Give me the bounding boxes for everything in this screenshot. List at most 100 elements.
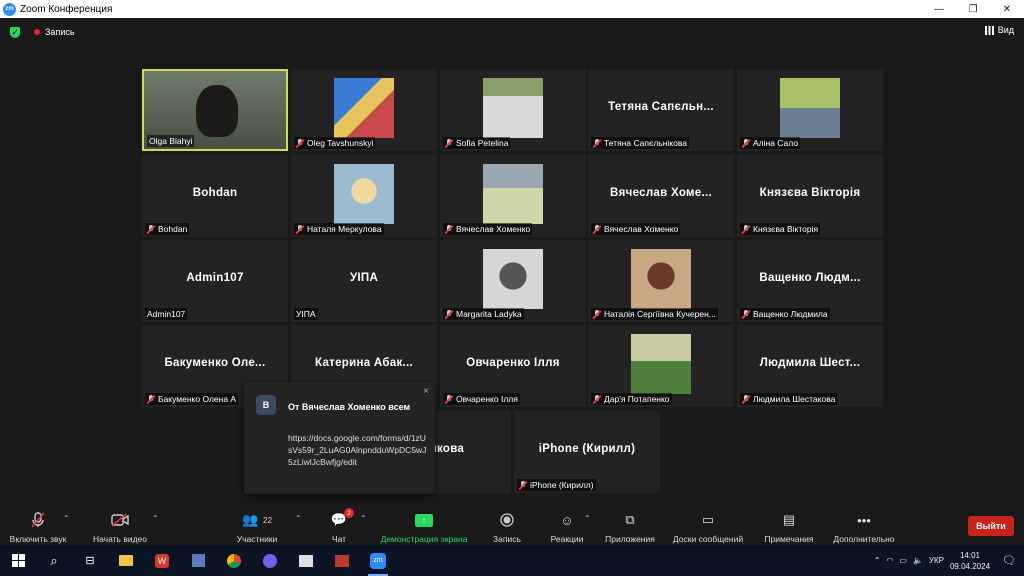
participant-name-label: УІПА: [294, 308, 318, 320]
video-off-icon: [111, 510, 129, 530]
participant-name: Бакуменко Олена А: [158, 394, 237, 404]
security-shield-icon[interactable]: ✓: [10, 26, 20, 38]
task-view-icon[interactable]: ⊟: [72, 545, 108, 576]
record-button[interactable]: Запись: [488, 508, 526, 545]
close-popup-icon[interactable]: ×: [423, 386, 429, 397]
recording-dot-icon: [34, 29, 40, 35]
participant-display-name: Бакуменко Оле...: [164, 357, 266, 369]
participant-tile[interactable]: Sofia Petelina: [440, 69, 586, 151]
search-icon[interactable]: ⌕: [36, 545, 72, 576]
volume-icon[interactable]: 🔈: [913, 556, 923, 565]
minimize-button[interactable]: —: [922, 0, 956, 18]
chat-caret[interactable]: ⌃: [360, 514, 367, 523]
participants-caret[interactable]: ⌃: [295, 514, 302, 523]
participant-tile[interactable]: Bohdan Bohdan: [142, 155, 288, 237]
chat-sender: От Вячеслав Хоменко всем: [288, 402, 411, 412]
participant-name: Наталія Сергіївна Кучерен...: [604, 309, 716, 319]
participant-name-label: iPhone (Кирилл): [517, 479, 596, 491]
participant-tile[interactable]: Oleg Tavshunskyi: [291, 69, 437, 151]
video-editor-icon[interactable]: [288, 545, 324, 576]
participant-name-label: Князєва Вікторія: [740, 223, 821, 235]
participant-photo: [631, 334, 691, 394]
maximize-button[interactable]: ❐: [956, 0, 990, 18]
participant-display-name: Admin107: [186, 272, 244, 284]
chrome-icon[interactable]: [216, 545, 252, 576]
chat-notification-popup[interactable]: В От Вячеслав Хоменко всем https://docs.…: [244, 382, 435, 494]
notes-label: Примечания: [764, 534, 814, 544]
participant-tile[interactable]: Margarita Ladyka: [440, 240, 586, 322]
video-options-caret[interactable]: ⌃: [152, 514, 159, 523]
participant-tile[interactable]: iPhone (Кирилл) iPhone (Кирилл): [514, 411, 660, 493]
participant-tile[interactable]: Olga Blahyi: [142, 69, 288, 151]
participant-display-name: Людмила Шест...: [759, 357, 861, 369]
view-label: Вид: [997, 25, 1014, 35]
participant-name: Князєва Вікторія: [753, 224, 819, 234]
mic-muted-icon: [147, 394, 155, 404]
mic-muted-icon: [296, 224, 304, 234]
notes-button[interactable]: ▤ Примечания: [760, 508, 818, 545]
clock-date: 09.04.2024: [949, 561, 991, 571]
participant-tile[interactable]: Вячеслав Хоменко: [440, 155, 586, 237]
participant-tile[interactable]: Наталя Меркулова: [291, 155, 437, 237]
participant-photo: [334, 78, 394, 138]
participants-button[interactable]: 👥 22 Участники: [228, 508, 286, 545]
viber-icon[interactable]: [252, 545, 288, 576]
clock[interactable]: 14:01 09.04.2024: [950, 550, 990, 572]
participant-tile[interactable]: Дар'я Потапенко: [588, 325, 734, 407]
zoom-taskbar-icon[interactable]: zm: [360, 545, 396, 576]
chat-badge: 2: [344, 508, 355, 518]
participant-photo: [780, 78, 840, 138]
media-icon[interactable]: [324, 545, 360, 576]
participant-tile[interactable]: Аліна Сало: [737, 69, 883, 151]
participant-tile[interactable]: Князєва Вікторія Князєва Вікторія: [737, 155, 883, 237]
participant-name: Наталя Меркулова: [307, 224, 382, 234]
tray-overflow-icon[interactable]: ⌃: [874, 556, 881, 565]
apps-button[interactable]: ⧉ Приложения: [602, 508, 658, 545]
whiteboards-button[interactable]: ▭ Доски сообщений: [668, 508, 748, 545]
audio-options-caret[interactable]: ⌃: [63, 514, 70, 523]
recording-label[interactable]: Запись: [45, 27, 75, 37]
chat-button[interactable]: 💬 2 Чат: [322, 508, 356, 545]
share-screen-icon: ↑: [415, 510, 433, 530]
participant-name-label: Oleg Tavshunskyi: [294, 137, 376, 149]
view-button[interactable]: Вид: [984, 25, 1014, 35]
notes-icon: ▤: [782, 512, 796, 527]
reactions-button[interactable]: ☺ Реакции: [545, 508, 589, 545]
close-button[interactable]: ✕: [990, 0, 1024, 18]
participant-name-label: Овчаренко Ілля: [443, 393, 520, 405]
file-explorer-icon[interactable]: [108, 545, 144, 576]
participant-name-label: Admin107: [145, 308, 188, 320]
participant-tile[interactable]: Овчаренко Ілля Овчаренко Ілля: [440, 325, 586, 407]
reactions-caret[interactable]: ⌃: [584, 514, 591, 523]
whiteboards-label: Доски сообщений: [672, 534, 744, 544]
language-indicator[interactable]: УКР: [929, 556, 944, 565]
share-screen-button[interactable]: ↑ Демонстрация экрана: [376, 508, 472, 545]
participants-count: 22: [263, 515, 273, 525]
participant-tile[interactable]: Наталія Сергіївна Кучерен...: [588, 240, 734, 322]
participant-display-name: Катерина Абак...: [314, 357, 413, 369]
save-disk-icon[interactable]: [180, 545, 216, 576]
record-icon: [500, 510, 514, 530]
grid-icon: [984, 25, 994, 35]
participant-tile[interactable]: Ващенко Людм... Ващенко Людмила: [737, 240, 883, 322]
participant-display-name: Овчаренко Ілля: [466, 357, 560, 369]
participant-tile[interactable]: Вячеслав Хоме... Вячеслав Хоменко: [588, 155, 734, 237]
participant-name-label: Bohdan: [145, 223, 190, 235]
network-icon[interactable]: ◠: [886, 556, 893, 565]
mic-muted-icon: [742, 394, 750, 404]
start-video-button[interactable]: Начать видео: [88, 508, 152, 545]
participant-tile[interactable]: Тетяна Сапєльн... Тетяна Сапєльнікова: [588, 69, 734, 151]
more-button[interactable]: ••• Дополнительно: [828, 508, 900, 545]
mic-muted-icon: [742, 224, 750, 234]
leave-button[interactable]: Выйти: [968, 516, 1014, 536]
battery-icon[interactable]: ▭: [899, 556, 907, 565]
unmute-button[interactable]: Включить звук: [6, 508, 70, 545]
participant-tile[interactable]: Людмила Шест... Людмила Шестакова: [737, 325, 883, 407]
windows-start-icon[interactable]: [0, 545, 36, 576]
notifications-icon[interactable]: 🗨: [1002, 554, 1016, 567]
participants-label: Участники: [236, 534, 278, 544]
chat-message-link[interactable]: https://docs.google.com/forms/d/1zUsVs59…: [288, 432, 428, 468]
participant-tile[interactable]: Admin107 Admin107: [142, 240, 288, 322]
wps-office-icon[interactable]: W: [144, 545, 180, 576]
participant-tile[interactable]: УІПА УІПА: [291, 240, 437, 322]
